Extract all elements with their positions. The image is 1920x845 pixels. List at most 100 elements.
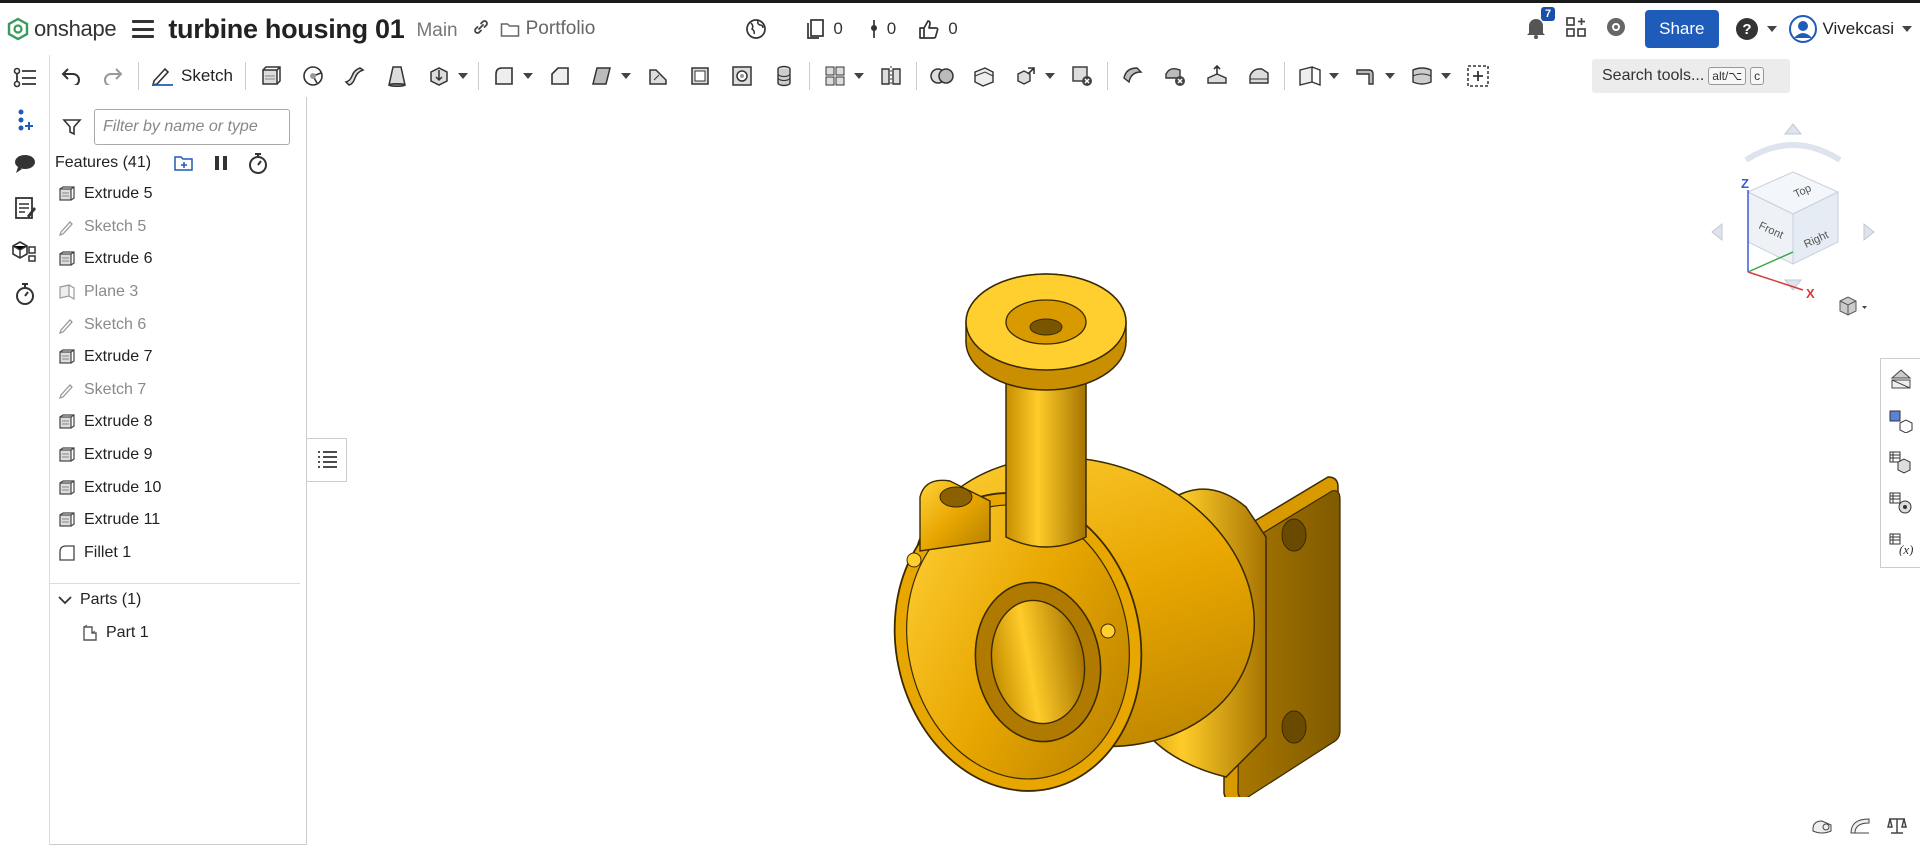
app-store-icon[interactable] <box>1565 16 1587 43</box>
view-cube-body[interactable] <box>1746 171 1840 265</box>
help-menu[interactable]: ? <box>1735 17 1777 41</box>
list-item[interactable]: Extrude 8 <box>50 406 300 439</box>
rollback-timer-icon[interactable] <box>247 152 269 174</box>
bom-panel-icon[interactable] <box>1881 400 1920 441</box>
move-face-icon[interactable] <box>1202 61 1232 91</box>
loft-tool-icon[interactable] <box>382 61 412 91</box>
search-tools-input[interactable]: Search tools... alt/⌥ c <box>1592 59 1790 93</box>
filter-icon[interactable] <box>62 117 82 137</box>
branch-icon <box>870 20 877 38</box>
view-options-icon[interactable] <box>1839 296 1867 316</box>
transform-tool-icon[interactable] <box>1011 61 1041 91</box>
sketch-icon <box>58 316 76 334</box>
thicken-tool-icon[interactable] <box>424 61 454 91</box>
fillet-dropdown[interactable] <box>522 73 533 79</box>
section-view-icon[interactable] <box>1810 815 1834 842</box>
notes-icon[interactable] <box>12 195 38 221</box>
fillet-tool-icon[interactable] <box>489 61 519 91</box>
likes-counter[interactable]: 0 <box>918 18 958 40</box>
plane-dropdown[interactable] <box>1328 73 1339 79</box>
list-item[interactable]: Extrude 7 <box>50 341 300 374</box>
delete-face-icon[interactable] <box>1160 61 1190 91</box>
extrude-tool-icon[interactable] <box>256 61 286 91</box>
appearance-panel-icon[interactable] <box>1881 359 1920 400</box>
parts-header[interactable]: Parts (1) <box>58 591 141 609</box>
plane-tool-icon[interactable] <box>1295 61 1325 91</box>
main-menu-icon[interactable] <box>132 20 155 38</box>
comments-icon[interactable] <box>12 151 38 177</box>
replace-face-icon[interactable] <box>1244 61 1274 91</box>
stopwatch-icon[interactable] <box>12 281 38 307</box>
mirror-tool-icon[interactable] <box>876 61 906 91</box>
learning-center-icon[interactable] <box>1605 16 1627 43</box>
view-cube[interactable]: Top Front Right Z X <box>1708 122 1878 322</box>
list-item[interactable]: Extrude 6 <box>50 243 300 276</box>
boolean-tool-icon[interactable] <box>927 61 957 91</box>
folder-link[interactable]: Portfolio <box>500 18 595 40</box>
list-item[interactable]: Fillet 2 <box>50 569 300 574</box>
document-title[interactable]: turbine housing 01 <box>168 14 404 45</box>
draft-dropdown[interactable] <box>620 73 631 79</box>
surface-dropdown[interactable] <box>1440 73 1451 79</box>
link-icon[interactable] <box>472 18 490 41</box>
list-item[interactable]: Extrude 10 <box>50 471 300 504</box>
measure-icon[interactable] <box>1848 815 1872 842</box>
sweep-tool-icon[interactable] <box>340 61 370 91</box>
bottom-tools <box>1796 815 1908 842</box>
pause-icon[interactable] <box>213 154 229 172</box>
hole-tool-icon[interactable] <box>727 61 757 91</box>
pattern-dropdown[interactable] <box>853 73 864 79</box>
feature-filter-input[interactable]: Filter by name or type <box>94 109 290 145</box>
revolve-tool-icon[interactable] <box>298 61 328 91</box>
redo-icon[interactable] <box>98 61 128 91</box>
list-item[interactable]: Extrude 9 <box>50 439 300 472</box>
transform-dropdown[interactable] <box>1044 73 1055 79</box>
list-item[interactable]: Sketch 6 <box>50 308 300 341</box>
surface-tool-icon[interactable] <box>1407 61 1437 91</box>
user-menu[interactable]: Vivekcasi <box>1788 15 1912 43</box>
onshape-logo[interactable]: onshape <box>6 3 117 55</box>
branch-label[interactable]: Main <box>416 20 457 42</box>
configurations-panel-icon[interactable] <box>1881 441 1920 482</box>
list-item[interactable]: Extrude 11 <box>50 504 300 537</box>
mass-properties-panel-icon[interactable] <box>1881 482 1920 523</box>
undo-icon[interactable] <box>56 61 86 91</box>
thicken-dropdown[interactable] <box>457 73 468 79</box>
delete-part-icon[interactable] <box>1067 61 1097 91</box>
list-item[interactable]: Extrude 5 <box>50 178 300 211</box>
pattern-tool-icon[interactable] <box>820 61 850 91</box>
parts-configure-icon[interactable] <box>12 238 38 264</box>
graphics-viewport[interactable]: Top Front Right Z X <box>308 97 1920 845</box>
notifications-button[interactable]: 7 <box>1525 6 1556 44</box>
feature-toolbar: Sketch Search tools... alt/⌥ c <box>50 55 1920 97</box>
feature-list: Extrude 5 Sketch 5 Extrude 6 Plane 3 Sketch … <box>50 178 300 574</box>
modify-fillet-icon[interactable] <box>1118 61 1148 91</box>
list-item[interactable]: Fillet 1 <box>50 537 300 570</box>
globe-icon[interactable] <box>745 18 775 40</box>
fillet-icon <box>58 544 76 562</box>
turbine-housing-model[interactable] <box>868 197 1468 797</box>
share-button[interactable]: Share <box>1645 10 1719 48</box>
add-folder-icon[interactable] <box>173 153 195 173</box>
branches-counter[interactable]: 0 <box>869 18 896 40</box>
add-custom-feature-icon[interactable] <box>1463 61 1493 91</box>
list-item[interactable]: Plane 3 <box>50 276 300 309</box>
shell-tool-icon[interactable] <box>685 61 715 91</box>
feature-list-icon[interactable] <box>12 65 38 91</box>
variables-panel-icon[interactable]: (x) <box>1881 523 1920 564</box>
sheet-metal-icon[interactable] <box>1351 61 1381 91</box>
chamfer-tool-icon[interactable] <box>545 61 575 91</box>
draft-tool-icon[interactable] <box>587 61 617 91</box>
extrude-icon <box>58 413 76 431</box>
list-item[interactable]: Sketch 5 <box>50 211 300 244</box>
versions-counter[interactable]: 0 <box>805 18 843 40</box>
cylinder-tool-icon[interactable] <box>769 61 799 91</box>
list-item[interactable]: Part 1 <box>80 623 149 643</box>
inspect-icon[interactable] <box>1886 815 1908 842</box>
sketch-button[interactable]: Sketch <box>151 66 233 86</box>
rib-tool-icon[interactable] <box>643 61 673 91</box>
list-item[interactable]: Sketch 7 <box>50 374 300 407</box>
add-variable-icon[interactable] <box>12 107 38 133</box>
sheet-metal-dropdown[interactable] <box>1384 73 1395 79</box>
split-tool-icon[interactable] <box>969 61 999 91</box>
